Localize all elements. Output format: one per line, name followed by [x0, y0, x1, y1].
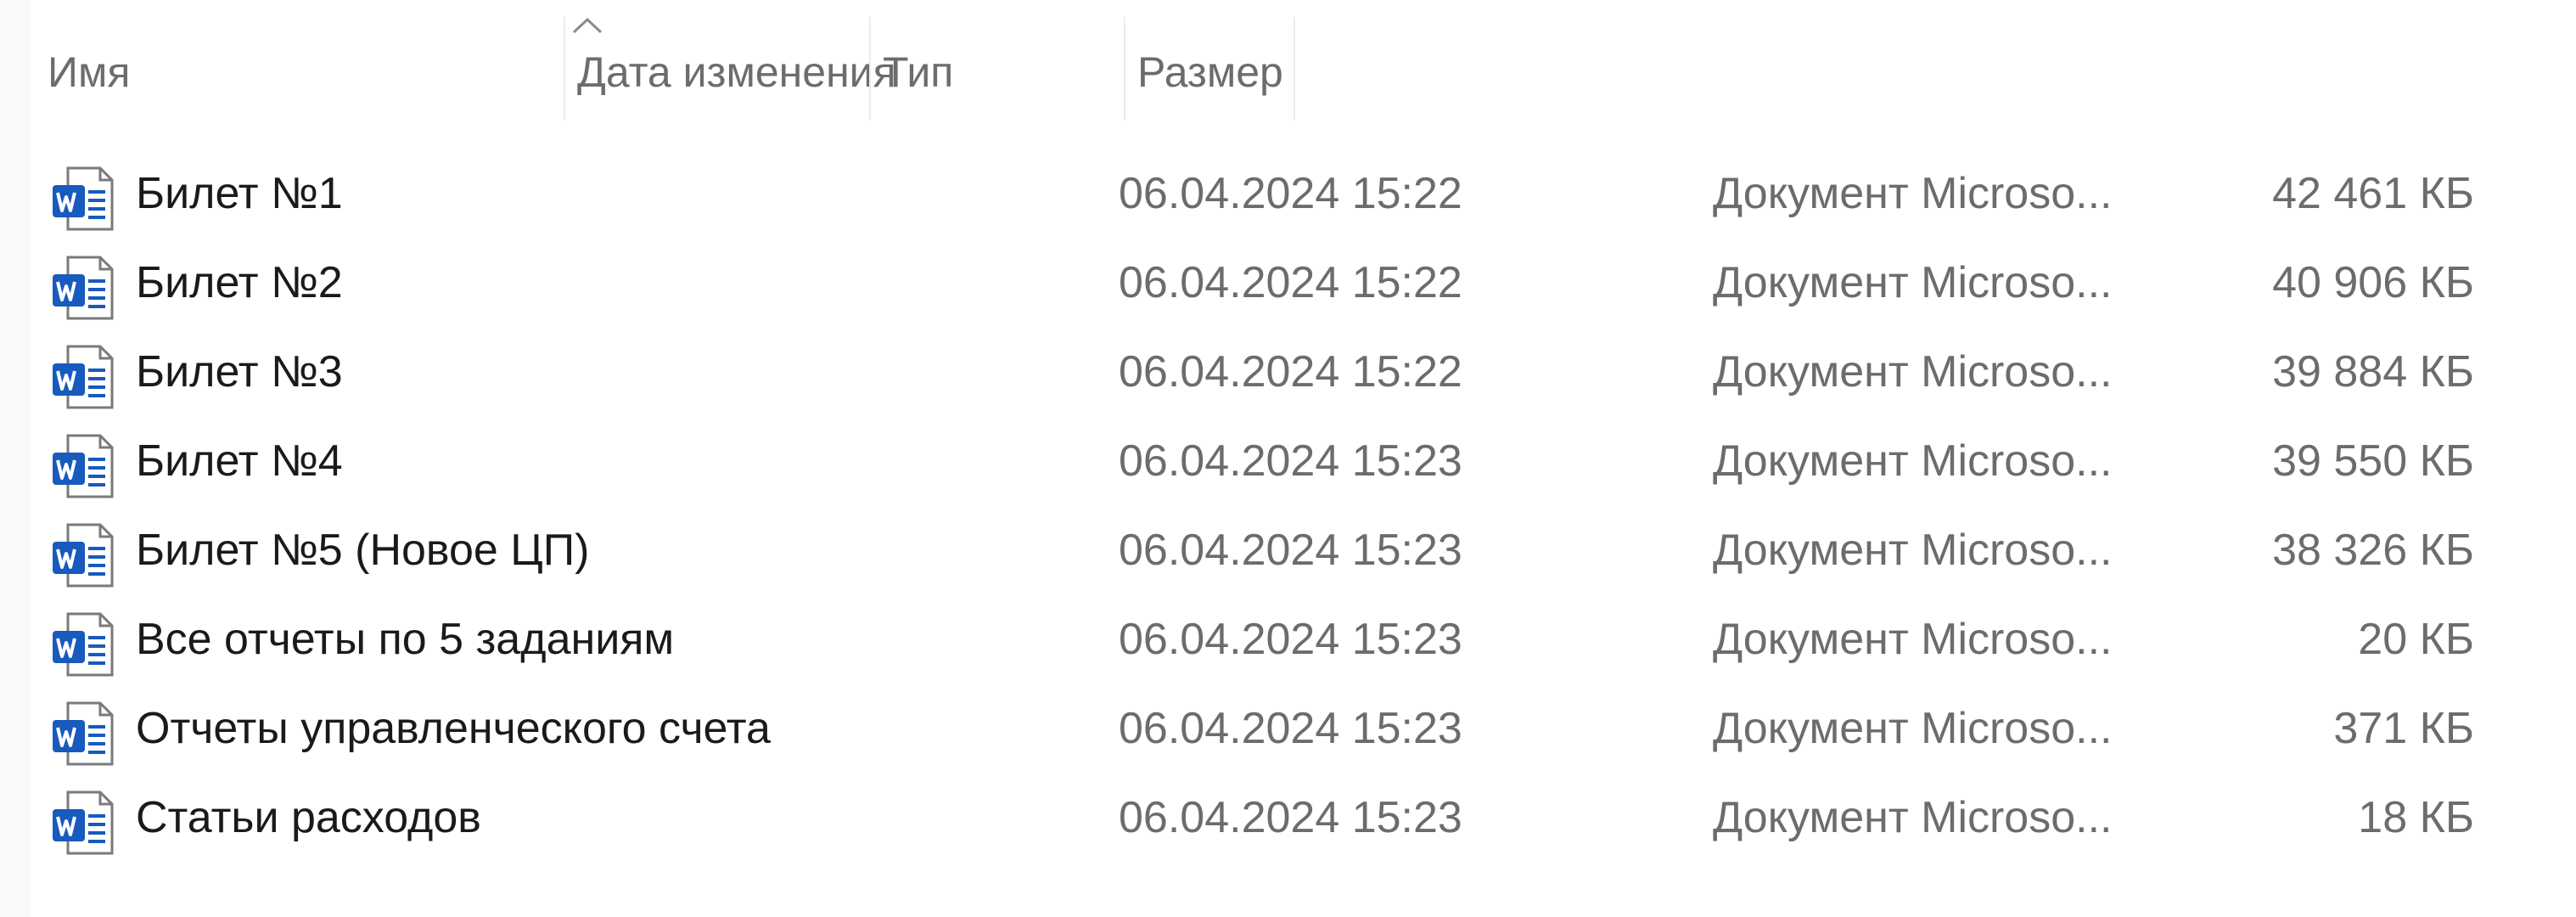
file-size: 18 КБ	[2358, 793, 2474, 842]
file-name[interactable]: Билет №2	[136, 239, 1052, 328]
file-row[interactable]: Статьи расходов 06.04.2024 15:23 Документ …	[0, 774, 2576, 863]
file-size: 38 326 КБ	[2272, 526, 2474, 575]
chevron-up-icon[interactable]	[570, 15, 604, 36]
file-date-modified: 06.04.2024 15:23	[1119, 615, 1462, 664]
file-row[interactable]: Все отчеты по 5 заданиям 06.04.2024 15:23…	[0, 595, 2576, 684]
column-header-size[interactable]: Размер	[1137, 42, 1290, 102]
word-document-icon	[53, 256, 114, 320]
file-row[interactable]: Билет №1 06.04.2024 15:22 Документ Microso…	[0, 149, 2576, 239]
column-divider[interactable]	[564, 17, 565, 121]
word-document-icon	[53, 701, 114, 766]
file-list: Билет №1 06.04.2024 15:22 Документ Microso…	[0, 149, 2576, 863]
file-row[interactable]: Билет №2 06.04.2024 15:22 Документ Microso…	[0, 239, 2576, 328]
file-name[interactable]: Билет №4	[136, 417, 1052, 506]
file-type: Документ Microso...	[1713, 793, 2113, 842]
word-document-icon	[53, 166, 114, 231]
file-date-modified: 06.04.2024 15:23	[1119, 526, 1462, 575]
file-explorer-details-view: Имя Дата изменения Тип Размер Билет №1 06…	[0, 0, 2576, 917]
file-name[interactable]: Билет №5 (Новое ЦП)	[136, 506, 1052, 595]
file-date-modified: 06.04.2024 15:22	[1119, 169, 1462, 218]
file-row[interactable]: Билет №4 06.04.2024 15:23 Документ Microso…	[0, 417, 2576, 506]
file-size: 39 884 КБ	[2272, 347, 2474, 397]
file-row[interactable]: Отчеты управленческого счета 06.04.2024 1…	[0, 684, 2576, 774]
file-date-modified: 06.04.2024 15:23	[1119, 704, 1462, 753]
file-type: Документ Microso...	[1713, 704, 2113, 753]
word-document-icon	[53, 345, 114, 409]
word-document-icon	[53, 612, 114, 677]
column-divider[interactable]	[869, 17, 871, 121]
file-type: Документ Microso...	[1713, 615, 2113, 664]
file-name[interactable]: Билет №3	[136, 328, 1052, 417]
file-type: Документ Microso...	[1713, 169, 2113, 218]
file-name[interactable]: Отчеты управленческого счета	[136, 684, 1052, 774]
file-type: Документ Microso...	[1713, 526, 2113, 575]
file-size: 40 906 КБ	[2272, 258, 2474, 307]
file-date-modified: 06.04.2024 15:23	[1119, 793, 1462, 842]
column-header-date-modified[interactable]: Дата изменения	[577, 42, 896, 102]
file-size: 20 КБ	[2358, 615, 2474, 664]
file-name[interactable]: Билет №1	[136, 149, 1052, 239]
file-date-modified: 06.04.2024 15:23	[1119, 436, 1462, 486]
file-name[interactable]: Все отчеты по 5 заданиям	[136, 595, 1052, 684]
file-type: Документ Microso...	[1713, 258, 2113, 307]
file-size: 42 461 КБ	[2272, 169, 2474, 218]
file-row[interactable]: Билет №5 (Новое ЦП) 06.04.2024 15:23 Докум…	[0, 506, 2576, 595]
file-type: Документ Microso...	[1713, 436, 2113, 486]
column-header-type[interactable]: Тип	[883, 42, 1120, 102]
column-header-bar: Имя Дата изменения Тип Размер	[31, 0, 2509, 127]
file-name[interactable]: Статьи расходов	[136, 774, 1052, 863]
file-row[interactable]: Билет №3 06.04.2024 15:22 Документ Microso…	[0, 328, 2576, 417]
file-size: 39 550 КБ	[2272, 436, 2474, 486]
column-header-name[interactable]: Имя	[48, 42, 557, 102]
word-document-icon	[53, 434, 114, 498]
word-document-icon	[53, 790, 114, 855]
file-date-modified: 06.04.2024 15:22	[1119, 258, 1462, 307]
column-divider[interactable]	[1294, 17, 1295, 121]
file-type: Документ Microso...	[1713, 347, 2113, 397]
file-size: 371 КБ	[2333, 704, 2474, 753]
word-document-icon	[53, 523, 114, 588]
column-divider[interactable]	[1124, 17, 1125, 121]
file-date-modified: 06.04.2024 15:22	[1119, 347, 1462, 397]
